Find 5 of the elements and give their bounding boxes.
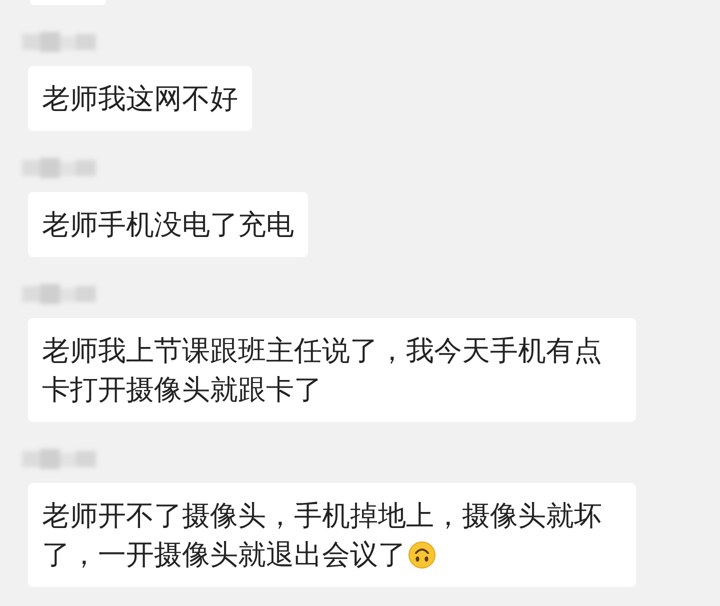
message-bubble: 老师开不了摄像头，手机掉地上，摄像头就坏了，一开摄像头就退出会议了 <box>28 483 636 587</box>
upside-down-face-icon <box>408 541 436 569</box>
message-bubble: 老师我这网不好 <box>28 66 252 131</box>
message-bubble: 老师我上节课跟班主任说了，我今天手机有点卡打开摄像头就跟卡了 <box>28 318 636 422</box>
message-bubble: 老师手机没电了充电 <box>28 192 308 257</box>
